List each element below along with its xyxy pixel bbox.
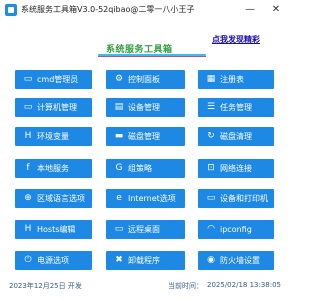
task-list-icon: ☰ bbox=[206, 102, 216, 112]
tool-button[interactable]: ▦ 注册表 bbox=[198, 70, 274, 89]
tool-button[interactable]: ↻ 磁盘清理 bbox=[198, 127, 274, 146]
tool-button[interactable]: G 组策略 bbox=[106, 159, 185, 178]
device-icon: ▤ bbox=[114, 102, 124, 112]
tool-button[interactable]: ▬ 磁盘管理 bbox=[106, 127, 185, 146]
uninstall-icon: ✖ bbox=[115, 255, 123, 265]
tool-button-label: 注册表 bbox=[220, 75, 244, 84]
discover-link[interactable]: 点我发现精彩 bbox=[212, 34, 260, 45]
tool-button[interactable]: ⊡ 网络连接 bbox=[198, 159, 274, 178]
tool-button-label: 网络连接 bbox=[220, 164, 252, 173]
tool-button[interactable]: H Hosts编辑 bbox=[15, 220, 92, 239]
tool-button[interactable]: ▭ 计算机管理 bbox=[15, 98, 92, 117]
tool-button-label: Internet选项 bbox=[128, 194, 176, 203]
tool-button-label: 防火墙设置 bbox=[220, 256, 260, 265]
tool-button-label: 环境变量 bbox=[37, 132, 69, 141]
tool-button-label: ipconfig bbox=[220, 225, 252, 234]
tool-button-label: 远程桌面 bbox=[128, 225, 160, 234]
internet-explorer-icon: e bbox=[116, 193, 122, 203]
registry-icon: ▦ bbox=[206, 74, 216, 84]
tool-button-label: 卸载程序 bbox=[128, 256, 160, 265]
tool-button-label: 本地服务 bbox=[37, 164, 69, 173]
minimize-button[interactable]: — bbox=[237, 0, 263, 20]
tool-button[interactable]: ◠ ipconfig bbox=[198, 220, 274, 239]
tool-button[interactable]: e Internet选项 bbox=[106, 189, 185, 208]
tool-button-label: Hosts编辑 bbox=[37, 225, 76, 234]
facebook-icon: f bbox=[26, 163, 30, 173]
monitor-icon: ▭ bbox=[23, 102, 33, 112]
current-time-value: 2025/02/18 13:38:05 bbox=[207, 281, 282, 289]
tool-button[interactable]: ▤ 设备管理 bbox=[106, 98, 185, 117]
tool-button-label: 组策略 bbox=[128, 164, 152, 173]
power-icon: ⏻ bbox=[24, 255, 32, 265]
tool-button-label: 磁盘管理 bbox=[128, 132, 160, 141]
tool-button-label: 控制面板 bbox=[128, 75, 160, 84]
remote-desktop-icon: ▭ bbox=[114, 224, 124, 234]
tool-button[interactable]: ⊕ 区域语言选项 bbox=[15, 189, 92, 208]
letter-g-icon: G bbox=[115, 163, 123, 173]
refresh-icon: ↻ bbox=[207, 131, 215, 141]
network-icon: ⊡ bbox=[207, 163, 215, 173]
current-time-label: 当前时间： bbox=[168, 282, 203, 290]
disk-icon: ▬ bbox=[114, 131, 124, 141]
globe-icon: ⊕ bbox=[24, 193, 32, 203]
tool-button[interactable]: ⚙ 控制面板 bbox=[106, 70, 185, 89]
app-window: 系统服务工具箱V3.0-52qibao@二零一八小王子 — ✕ 系统服务工具箱 … bbox=[0, 0, 291, 300]
printer-icon: ▭ bbox=[206, 193, 216, 203]
tool-button[interactable]: ◉ 防火墙设置 bbox=[198, 251, 274, 270]
tool-button[interactable]: H 环境变量 bbox=[15, 127, 92, 146]
tool-button[interactable]: ☰ 任务管理 bbox=[198, 98, 274, 117]
dev-date-label: 2023年12月25日 开发 bbox=[9, 282, 82, 290]
close-button[interactable]: ✕ bbox=[263, 0, 289, 20]
title-bar[interactable]: 系统服务工具箱V3.0-52qibao@二零一八小王子 — ✕ bbox=[0, 0, 291, 20]
firewall-icon: ◉ bbox=[207, 255, 215, 265]
tool-button-label: 设备管理 bbox=[128, 103, 160, 112]
letter-h-icon: H bbox=[24, 131, 32, 141]
header-underline-accent bbox=[98, 56, 206, 57]
app-icon bbox=[5, 4, 17, 16]
hosts-icon: H bbox=[24, 224, 32, 234]
tool-button[interactable]: ⏻ 电源选项 bbox=[15, 251, 92, 270]
tool-button-label: 电源选项 bbox=[37, 256, 69, 265]
tool-button-label: 磁盘清理 bbox=[220, 132, 252, 141]
tool-button[interactable]: f 本地服务 bbox=[15, 159, 92, 178]
tool-button-label: 设备和打印机 bbox=[220, 194, 268, 203]
app-header-title: 系统服务工具箱 bbox=[98, 31, 206, 57]
tool-button[interactable]: ▭ cmd管理员 bbox=[15, 70, 92, 89]
tool-button[interactable]: ✖ 卸载程序 bbox=[106, 251, 185, 270]
gear-icon: ⚙ bbox=[114, 74, 124, 84]
window-title: 系统服务工具箱V3.0-52qibao@二零一八小王子 bbox=[21, 5, 195, 14]
tool-button-label: 任务管理 bbox=[220, 103, 252, 112]
wifi-icon: ◠ bbox=[207, 224, 215, 234]
cmd-icon: ▭ bbox=[23, 74, 33, 84]
tool-button[interactable]: ▭ 远程桌面 bbox=[106, 220, 185, 239]
tool-button-label: 计算机管理 bbox=[37, 103, 77, 112]
tool-button-label: cmd管理员 bbox=[37, 75, 79, 84]
tool-button[interactable]: ▭ 设备和打印机 bbox=[198, 189, 274, 208]
tool-button-label: 区域语言选项 bbox=[37, 194, 85, 203]
